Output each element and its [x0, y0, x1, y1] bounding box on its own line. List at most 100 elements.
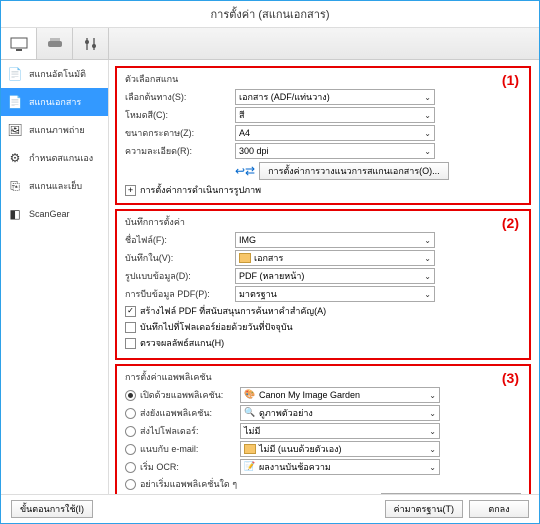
- label-color: โหมดสี(C):: [125, 108, 235, 122]
- checkbox-label: สร้างไฟล์ PDF ที่สนับสนุนการค้นหาคำสำคัญ…: [140, 304, 326, 318]
- sidebar-label: สแกนภาพถ่าย: [29, 123, 85, 137]
- sidebar-item-photo[interactable]: 🖼 สแกนภาพถ่าย: [1, 116, 108, 144]
- chevron-down-icon: ⌄: [429, 463, 436, 472]
- select-source[interactable]: เอกสาร (ADF/แท่นวาง)⌄: [235, 89, 435, 105]
- label-email: แนบกับ e-mail:: [140, 442, 240, 456]
- plus-icon: +: [125, 185, 136, 196]
- folder-icon: [239, 253, 251, 263]
- radio-ocr[interactable]: [125, 462, 136, 473]
- label-no-app: อย่าเริ่มแอพพลิเคชั่นใด ๆ: [140, 477, 237, 491]
- radio-none[interactable]: [125, 479, 136, 490]
- sidebar-label: สแกนและเย็บ: [29, 179, 82, 193]
- label-savein: บันทึกใน(V):: [125, 251, 235, 265]
- chevron-down-icon: ⌄: [429, 427, 436, 436]
- chevron-down-icon: ⌄: [424, 272, 431, 281]
- select-compress[interactable]: มาตรฐาน⌄: [235, 286, 435, 302]
- section-marker-2: (2): [502, 215, 519, 231]
- select-savein[interactable]: เอกสาร⌄: [235, 250, 435, 266]
- section-marker-1: (1): [502, 72, 519, 88]
- chevron-down-icon: ⌄: [429, 391, 436, 400]
- chevron-down-icon: ⌄: [429, 445, 436, 454]
- text-app-icon: 📝: [244, 461, 256, 473]
- section-scan-options: (1) ตัวเลือกสแกน เลือกต้นทาง(S):เอกสาร (…: [115, 66, 531, 205]
- top-toolbar: [1, 28, 539, 60]
- sidebar-label: กำหนดสแกนเอง: [29, 151, 93, 165]
- sliders-icon: [83, 36, 99, 52]
- scanner-icon: [46, 37, 64, 51]
- label-send-folder: ส่งไปโฟลเดอร์:: [140, 424, 240, 438]
- sidebar-item-stitch[interactable]: ⎘ สแกนและเย็บ: [1, 172, 108, 200]
- select-resolution[interactable]: 300 dpi⌄: [235, 143, 435, 159]
- section-title: บันทึกการตั้งค่า: [125, 215, 521, 229]
- checkbox-keyword-pdf[interactable]: ✓: [125, 306, 136, 317]
- radio-send-folder[interactable]: [125, 426, 136, 437]
- document-icon: 📄: [7, 94, 23, 110]
- monitor-icon: [10, 37, 28, 51]
- sidebar-item-document[interactable]: 📄 สแกนเอกสาร: [1, 88, 108, 116]
- checkbox-subfolder-date[interactable]: [125, 322, 136, 333]
- sidebar: 📄สแกนอัตโนมัติ 📄สแกนเอกสาร 🖼สแกนภาพถ่าย …: [1, 60, 109, 494]
- label-compress: การบีบข้อมูล PDF(P):: [125, 287, 235, 301]
- select-paper[interactable]: A4⌄: [235, 125, 435, 141]
- select-format[interactable]: PDF (หลายหน้า)⌄: [235, 268, 435, 284]
- ok-button[interactable]: ตกลง: [469, 500, 529, 518]
- chevron-down-icon: ⌄: [424, 254, 431, 263]
- stitch-icon: ⎘: [7, 178, 23, 194]
- label-source: เลือกต้นทาง(S):: [125, 90, 235, 104]
- checkbox-label: ตรวจผลลัพธ์สแกน(H): [140, 336, 224, 350]
- preview-icon: 🔍: [244, 407, 256, 419]
- chevron-down-icon: ⌄: [424, 129, 431, 138]
- sidebar-label: สแกนอัตโนมัติ: [29, 67, 86, 81]
- section-marker-3: (3): [502, 370, 519, 386]
- chevron-down-icon: ⌄: [424, 236, 431, 245]
- chevron-down-icon: ⌄: [424, 111, 431, 120]
- checkbox-check-results[interactable]: [125, 338, 136, 349]
- folder-icon: [244, 444, 256, 454]
- scangear-icon: ◧: [7, 206, 23, 222]
- expand-image-processing[interactable]: +การตั้งค่าการดำเนินการรูปภาพ: [125, 183, 521, 197]
- select-send-app[interactable]: 🔍ดูภาพตัวอย่าง⌄: [240, 405, 440, 421]
- canon-app-icon: 🎨: [244, 389, 256, 401]
- orientation-link-icon: ↩⇄: [235, 164, 255, 178]
- more-functions-button[interactable]: ฟังก์ชันเพิ่มเติม(M): [381, 493, 521, 494]
- radio-open-app[interactable]: [125, 390, 136, 401]
- tab-general-settings[interactable]: [73, 28, 109, 59]
- section-title: การตั้งค่าแอพพลิเคชัน: [125, 370, 521, 384]
- select-color[interactable]: สี⌄: [235, 107, 435, 123]
- chevron-down-icon: ⌄: [424, 290, 431, 299]
- label-send-app: ส่งยังแอพพลิเคชัน:: [140, 406, 240, 420]
- select-open-app[interactable]: 🎨Canon My Image Garden⌄: [240, 387, 440, 403]
- photo-icon: 🖼: [7, 122, 23, 138]
- label-ocr: เริ่ม OCR:: [140, 460, 240, 474]
- sidebar-label: สแกนเอกสาร: [29, 95, 81, 109]
- chevron-down-icon: ⌄: [424, 93, 431, 102]
- orientation-settings-button[interactable]: การตั้งค่าการวางแนวการสแกนเอกสาร(O)...: [259, 162, 449, 180]
- defaults-button[interactable]: ค่ามาตรฐาน(T): [385, 500, 463, 518]
- label-filename: ชื่อไฟล์(F):: [125, 233, 235, 247]
- auto-icon: 📄: [7, 66, 23, 82]
- select-send-folder[interactable]: ไม่มี⌄: [240, 423, 440, 439]
- window-title: การตั้งค่า (สแกนเอกสาร): [1, 1, 539, 28]
- tab-scan-from-computer[interactable]: [1, 28, 37, 59]
- label-open-app: เปิดด้วยแอพพลิเคชัน:: [140, 388, 240, 402]
- section-app-settings: (3) การตั้งค่าแอพพลิเคชัน เปิดด้วยแอพพลิ…: [115, 364, 531, 494]
- radio-email[interactable]: [125, 444, 136, 455]
- sidebar-item-custom[interactable]: ⚙ กำหนดสแกนเอง: [1, 144, 108, 172]
- label-resolution: ความละเอียด(R):: [125, 144, 235, 158]
- select-email[interactable]: ไม่มี (แนบด้วยตัวเอง)⌄: [240, 441, 440, 457]
- input-filename[interactable]: IMG⌄: [235, 232, 435, 248]
- chevron-down-icon: ⌄: [424, 147, 431, 156]
- section-save-settings: (2) บันทึกการตั้งค่า ชื่อไฟล์(F):IMG⌄ บั…: [115, 209, 531, 360]
- checkbox-label: บันทึกไปที่โฟลเดอร์ย่อยด้วยวันที่ปัจจุบั…: [140, 320, 293, 334]
- chevron-down-icon: ⌄: [429, 409, 436, 418]
- radio-send-app[interactable]: [125, 408, 136, 419]
- help-button[interactable]: ขั้นตอนการใช้(I): [11, 500, 93, 518]
- label-format: รูปแบบข้อมูล(D):: [125, 269, 235, 283]
- tab-scan-from-panel[interactable]: [37, 28, 73, 59]
- section-title: ตัวเลือกสแกน: [125, 72, 521, 86]
- sidebar-item-scangear[interactable]: ◧ScanGear: [1, 200, 108, 228]
- select-ocr[interactable]: 📝ผลงานบันช้อความ⌄: [240, 459, 440, 475]
- label-paper: ขนาดกระดาษ(Z):: [125, 126, 235, 140]
- custom-icon: ⚙: [7, 150, 23, 166]
- sidebar-item-auto[interactable]: 📄 สแกนอัตโนมัติ: [1, 60, 108, 88]
